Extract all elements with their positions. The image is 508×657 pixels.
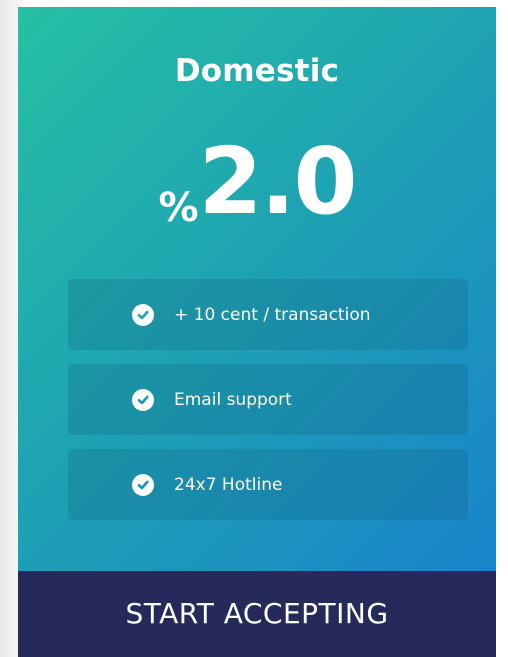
feature-item: 24x7 Hotline [68,449,468,520]
start-accepting-button[interactable]: START ACCEPTING [18,571,496,657]
check-circle-icon [132,473,154,496]
feature-list: + 10 cent / transaction Email support 24… [68,279,468,534]
pricing-card: Domestic %2.0 + 10 cent / transaction Em… [18,7,496,657]
check-circle-icon [132,388,154,411]
feature-item: Email support [68,364,468,435]
price-percent-symbol: % [158,185,199,231]
feature-label: + 10 cent / transaction [174,304,371,325]
feature-item: + 10 cent / transaction [68,279,468,350]
plan-price: %2.0 [18,127,496,263]
feature-label: 24x7 Hotline [174,474,283,495]
price-value: 2.0 [198,128,358,235]
check-circle-icon [132,303,154,326]
plan-title: Domestic [174,53,340,89]
feature-label: Email support [174,389,292,410]
